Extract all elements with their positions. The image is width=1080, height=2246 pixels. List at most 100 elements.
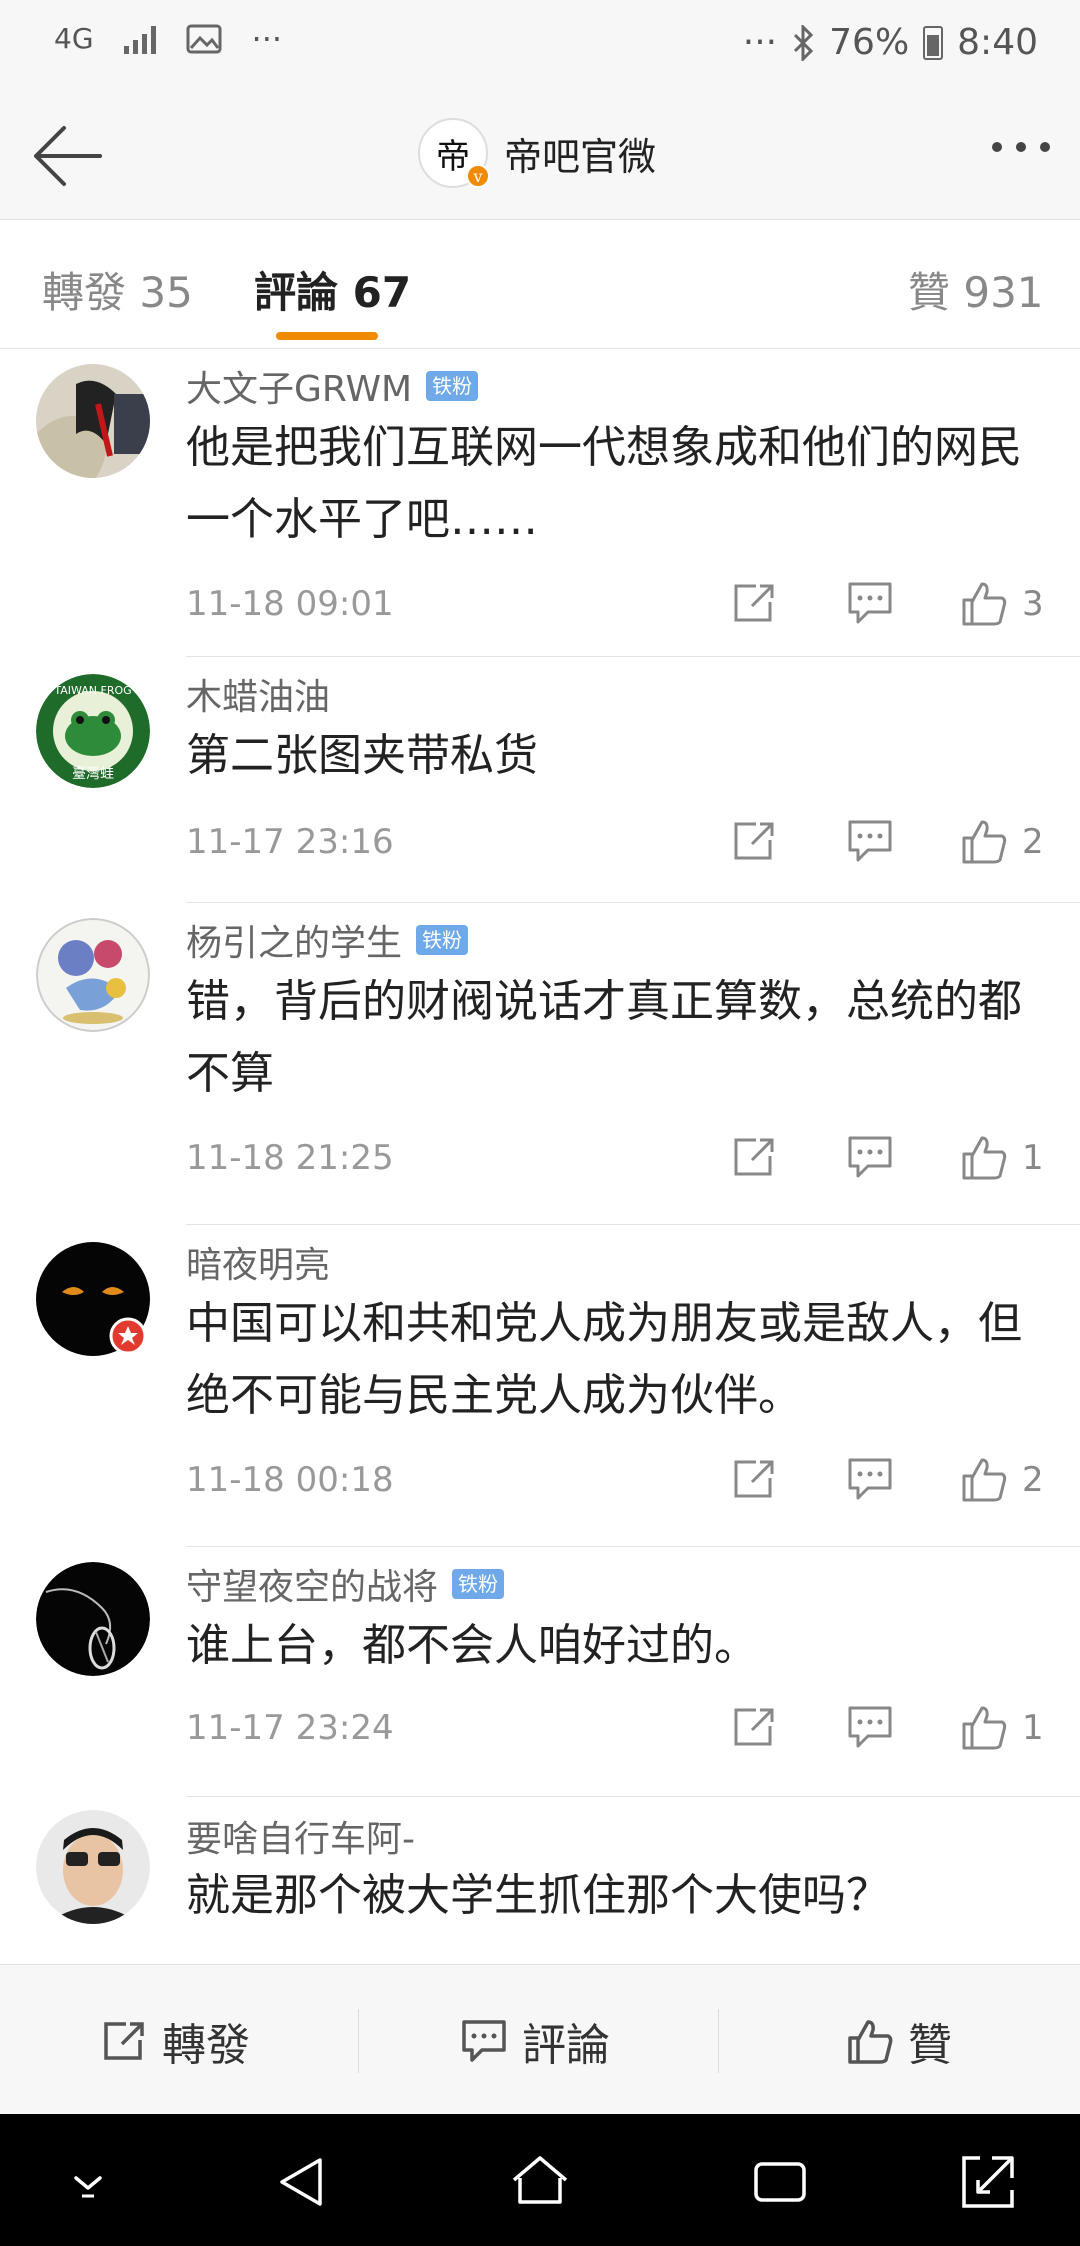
share-icon[interactable] [730, 1134, 778, 1180]
signal-icon [123, 24, 156, 54]
like-count: 2 [1022, 1460, 1044, 1500]
comment-divider [186, 902, 1080, 903]
comment-username-row: 木蜡油油 [186, 668, 330, 720]
share-icon[interactable] [730, 1704, 778, 1750]
comment-meta: 11-17 23:24 1 [186, 1704, 1046, 1754]
bluetooth-icon [794, 24, 814, 61]
reply-icon[interactable] [846, 1704, 894, 1750]
comment-time: 11-18 00:18 [186, 1460, 394, 1500]
comment-time: 11-18 09:01 [186, 584, 394, 624]
comment-username[interactable]: 暗夜明亮 [186, 1236, 330, 1288]
share-icon[interactable] [730, 1456, 778, 1502]
comment-time: 11-18 21:25 [186, 1138, 394, 1178]
account-name[interactable]: 帝吧官微 [504, 126, 656, 181]
tab-bar: 轉發 35 評論 67 贊 931 [0, 221, 1080, 349]
user-avatar[interactable] [36, 364, 150, 478]
battery-icon [923, 25, 944, 60]
comment-divider [186, 656, 1080, 657]
comment-text: 就是那个被大学生抓住那个大使吗？ [186, 1870, 890, 1921]
account-avatar[interactable]: 帝 v [418, 118, 490, 188]
avatar-badge-text-bottom: 臺灣蛙 [72, 766, 114, 782]
tab-likes[interactable]: 贊 931 [908, 259, 1044, 320]
network-indicator: 4G [54, 25, 94, 53]
comment-username-row: 暗夜明亮 [186, 1236, 330, 1288]
comment-username[interactable]: 守望夜空的战将 [186, 1558, 438, 1610]
like-icon[interactable] [960, 1456, 1008, 1502]
more-status: ··· [742, 22, 778, 63]
comment-username[interactable]: 要啥自行车阿- [186, 1810, 415, 1862]
like-count: 1 [1022, 1138, 1044, 1178]
comment-username[interactable]: 杨引之的学生 [186, 914, 402, 966]
like-label: 贊 [908, 2020, 952, 2071]
comment-meta: 11-17 23:16 2 [186, 818, 1046, 868]
comment-text: 谁上台，都不会人咱好过的。 [186, 1620, 758, 1671]
comment-username-row: 大文子GRWM 铁粉 [186, 360, 479, 412]
comment-text: 错，背后的财阀说话才真正算数，总统的都不算 [186, 976, 1022, 1099]
user-avatar[interactable]: TAIWAN FROG 臺灣蛙 [36, 674, 150, 788]
comment-divider [186, 1224, 1080, 1225]
system-nav-bar [0, 2114, 1080, 2246]
user-avatar[interactable] [36, 1242, 150, 1356]
like-icon[interactable] [960, 818, 1008, 864]
fan-badge: 铁粉 [426, 371, 479, 401]
fullscreen-expand-icon[interactable] [956, 2150, 1020, 2214]
tab-comments[interactable]: 評論 67 [254, 259, 411, 320]
title-bar: 帝 v 帝吧官微 [0, 92, 1080, 220]
comment-icon [462, 2020, 506, 2062]
user-avatar[interactable] [36, 1810, 150, 1924]
tab-repost[interactable]: 轉發 35 [42, 259, 193, 320]
fan-badge: 铁粉 [416, 925, 469, 955]
comment-divider [186, 1546, 1080, 1547]
like-count: 3 [1022, 584, 1044, 624]
reply-icon[interactable] [846, 580, 894, 626]
repost-button[interactable]: 轉發 [100, 2009, 250, 2073]
user-avatar[interactable] [36, 1562, 150, 1676]
share-icon[interactable] [730, 580, 778, 626]
user-avatar[interactable] [36, 918, 150, 1032]
like-button[interactable]: 贊 [846, 2009, 952, 2073]
more-notifications: ··· [251, 20, 283, 58]
reply-icon[interactable] [846, 818, 894, 864]
chevron-down-icon[interactable] [56, 2150, 120, 2214]
comment-meta: 11-18 09:01 3 [186, 580, 1046, 630]
comment-username-row: 要啥自行车阿- [186, 1810, 415, 1862]
action-divider [358, 2009, 359, 2073]
comment-username-row: 杨引之的学生 铁粉 [186, 914, 469, 966]
fan-badge: 铁粉 [452, 1569, 505, 1599]
share-icon[interactable] [730, 818, 778, 864]
reply-icon[interactable] [846, 1456, 894, 1502]
comment-meta: 11-18 21:25 1 [186, 1134, 1046, 1184]
network-label: 4G [54, 22, 94, 55]
action-divider [718, 2009, 719, 2073]
comment-meta: 11-18 00:18 2 [186, 1456, 1046, 1506]
like-icon[interactable] [960, 1134, 1008, 1180]
thumbs-up-icon [848, 2020, 893, 2064]
like-icon[interactable] [960, 1704, 1008, 1750]
comment-text: 第二张图夹带私货 [186, 730, 538, 781]
verified-badge-icon: v [466, 164, 490, 188]
repost-icon [104, 2022, 144, 2060]
comment-button[interactable]: 評論 [460, 2009, 610, 2073]
comment-username[interactable]: 木蜡油油 [186, 668, 330, 720]
battery-percent: 76% [829, 22, 910, 63]
like-icon[interactable] [960, 580, 1008, 626]
comment-time: 11-17 23:24 [186, 1708, 394, 1748]
comment-text: 中国可以和共和党人成为朋友或是敌人，但绝不可能与民主党人成为伙伴。 [186, 1298, 1022, 1421]
comment-list[interactable]: 大文子GRWM 铁粉 他是把我们互联网一代想象成和他们的网民一个水平了吧…… 1… [0, 350, 1080, 1964]
back-arrow-icon[interactable] [30, 122, 104, 190]
status-bar: 4G ··· ··· 76% 8:40 [0, 0, 1080, 92]
repost-label: 轉發 [162, 2020, 250, 2071]
comment-label: 評論 [522, 2020, 610, 2071]
nav-recents-icon[interactable] [748, 2150, 812, 2214]
avatar-badge-text-top: TAIWAN FROG [53, 684, 131, 697]
nav-back-icon[interactable] [270, 2150, 334, 2214]
active-tab-indicator [276, 332, 378, 340]
account-header[interactable]: 帝 v 帝吧官微 [418, 118, 656, 188]
more-options-icon[interactable] [992, 142, 1050, 152]
image-notification-icon [186, 24, 222, 54]
avatar-glyph: 帝 [436, 136, 470, 177]
comment-username[interactable]: 大文子GRWM [186, 360, 412, 412]
comment-time: 11-17 23:16 [186, 822, 394, 862]
reply-icon[interactable] [846, 1134, 894, 1180]
nav-home-icon[interactable] [508, 2150, 572, 2214]
